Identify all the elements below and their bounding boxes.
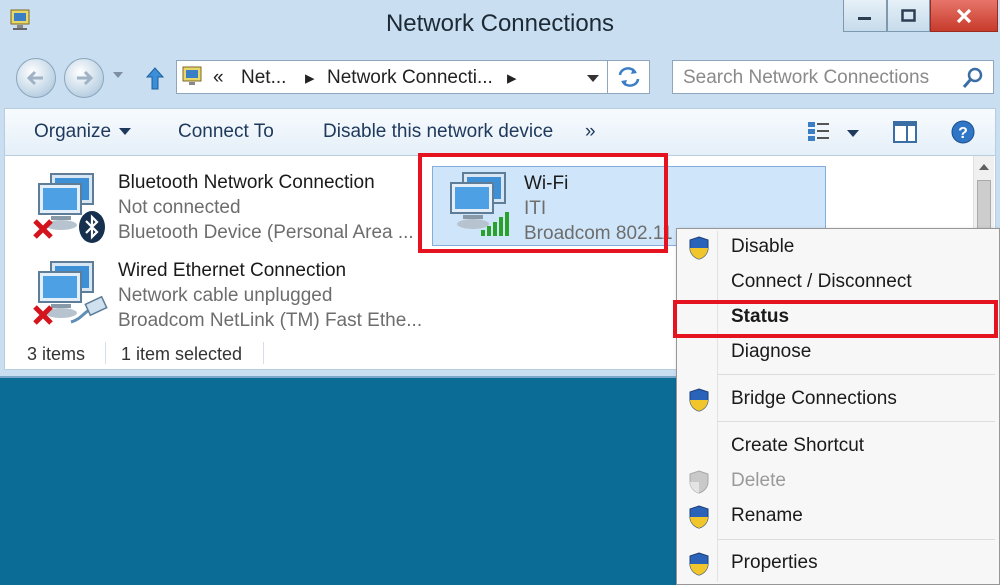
- uac-shield-icon: [689, 388, 709, 412]
- item-count: 3 items: [27, 344, 86, 364]
- search-icon[interactable]: [961, 66, 985, 90]
- menu-separator: [717, 374, 995, 375]
- menu-item-label: Disable: [731, 236, 795, 257]
- recent-locations-dropdown[interactable]: [113, 72, 123, 78]
- close-icon: [956, 8, 972, 23]
- organize-label: Organize: [34, 121, 112, 142]
- connect-to-button[interactable]: Connect To: [178, 121, 274, 143]
- maximize-icon: [900, 8, 916, 22]
- menu-item-diagnose[interactable]: Diagnose: [677, 337, 999, 369]
- minimize-icon: [858, 16, 871, 20]
- menu-item-create-shortcut[interactable]: Create Shortcut: [677, 431, 999, 463]
- menu-item-properties[interactable]: Properties: [677, 548, 999, 580]
- refresh-icon: [618, 67, 639, 87]
- list-item-ethernet[interactable]: Wired Ethernet Connection Network cable …: [5, 246, 422, 334]
- help-icon[interactable]: ?: [949, 119, 977, 145]
- bluetooth-icon: [79, 211, 105, 243]
- view-options-dropdown[interactable]: [847, 130, 859, 137]
- red-x-icon: [33, 305, 53, 325]
- context-menu: Disable Connect / Disconnect Status Diag…: [676, 228, 1000, 585]
- menu-item-label: Bridge Connections: [731, 388, 897, 409]
- menu-item-label: Delete: [731, 470, 786, 491]
- back-button[interactable]: [16, 58, 56, 98]
- menu-item-rename[interactable]: Rename: [677, 501, 999, 533]
- uac-shield-icon: [689, 236, 709, 260]
- uac-shield-icon: [689, 470, 709, 494]
- svg-text:?: ?: [958, 125, 968, 142]
- up-arrow-icon: [145, 67, 165, 90]
- organize-menu[interactable]: Organize: [34, 121, 132, 143]
- close-button[interactable]: [930, 0, 998, 32]
- chevron-down-icon: [119, 128, 132, 136]
- back-arrow-icon: [26, 70, 43, 86]
- address-bar[interactable]: « Net... ▸ Network Connecti... ▸: [176, 60, 608, 94]
- connection-device: Bluetooth Device (Personal Area ...: [118, 222, 414, 243]
- selection-count: 1 item selected: [121, 344, 243, 364]
- maximize-button[interactable]: [887, 0, 930, 32]
- list-item-bluetooth[interactable]: Bluetooth Network Connection Not connect…: [5, 156, 415, 246]
- forward-arrow-icon: [77, 70, 94, 86]
- up-button[interactable]: [142, 64, 168, 92]
- change-view-icon[interactable]: [805, 119, 833, 145]
- menu-item-label: Create Shortcut: [731, 435, 865, 456]
- uac-shield-icon: [689, 552, 709, 576]
- computer-icon: [182, 66, 202, 85]
- disable-device-button[interactable]: Disable this network device: [323, 121, 553, 143]
- menu-item-label: Diagnose: [731, 341, 812, 362]
- more-commands-button[interactable]: »: [585, 121, 596, 143]
- forward-button[interactable]: [64, 58, 104, 98]
- connection-status: Not connected: [118, 197, 241, 218]
- wifi-highlight-box: [418, 153, 668, 253]
- minimize-button[interactable]: [843, 0, 887, 32]
- connection-name: Wired Ethernet Connection: [118, 260, 347, 281]
- breadcrumb-separator-icon[interactable]: ▸: [305, 67, 315, 90]
- status-highlight-box: [673, 300, 998, 338]
- refresh-button[interactable]: [608, 60, 650, 94]
- menu-item-label: Rename: [731, 505, 803, 526]
- command-bar: Organize Connect To Disable this network…: [4, 108, 996, 156]
- menu-separator: [717, 421, 995, 422]
- preview-pane-icon[interactable]: [891, 119, 919, 145]
- search-input[interactable]: [681, 65, 955, 91]
- menu-item-bridge-connections[interactable]: Bridge Connections: [677, 384, 999, 416]
- breadcrumb-separator-icon[interactable]: ▸: [507, 67, 517, 90]
- status-divider: [263, 342, 264, 364]
- breadcrumb-network[interactable]: Net...: [241, 67, 286, 89]
- ethernet-cable-icon: [70, 295, 108, 324]
- menu-item-connect-disconnect[interactable]: Connect / Disconnect: [677, 267, 999, 299]
- status-divider: [105, 342, 106, 364]
- connection-name: Bluetooth Network Connection: [118, 172, 375, 193]
- uac-shield-icon: [689, 505, 709, 529]
- connection-device: Broadcom NetLink (TM) Fast Ethe...: [118, 310, 423, 331]
- scroll-up-icon[interactable]: [979, 164, 989, 170]
- breadcrumb-overflow[interactable]: «: [213, 67, 224, 89]
- menu-item-delete: Delete: [677, 466, 999, 498]
- search-box[interactable]: [672, 60, 994, 94]
- red-x-icon: [33, 219, 53, 239]
- menu-item-label: Connect / Disconnect: [731, 271, 912, 292]
- breadcrumb-network-connections[interactable]: Network Connecti...: [327, 67, 493, 89]
- menu-item-disable[interactable]: Disable: [677, 232, 999, 264]
- menu-item-label: Properties: [731, 552, 818, 573]
- menu-separator: [717, 539, 995, 540]
- address-history-dropdown[interactable]: [587, 75, 599, 82]
- connection-status: Network cable unplugged: [118, 285, 333, 306]
